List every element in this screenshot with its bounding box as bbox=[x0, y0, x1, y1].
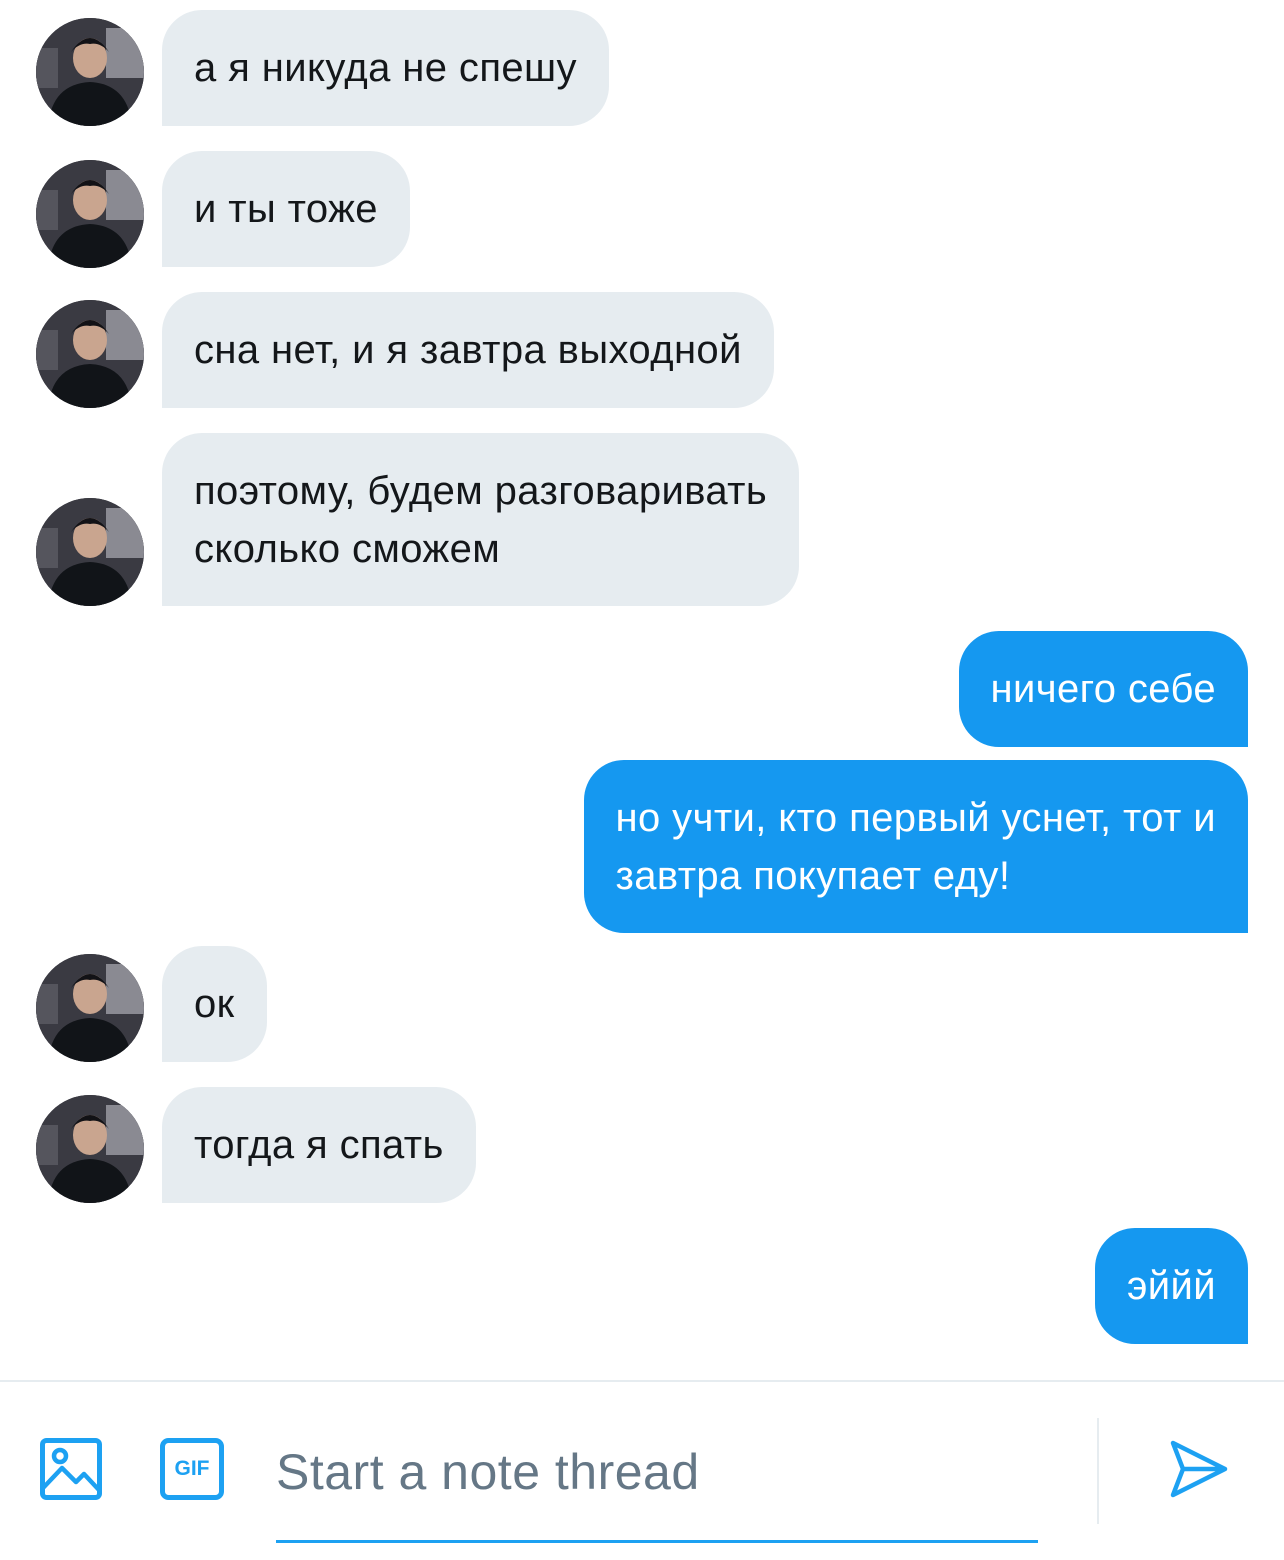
incoming-message[interactable]: поэтому, будем разговаривать сколько смо… bbox=[162, 433, 800, 606]
send-icon[interactable] bbox=[1168, 1438, 1230, 1500]
gif-icon[interactable]: GIF bbox=[160, 1438, 224, 1500]
avatar[interactable] bbox=[36, 18, 144, 126]
message-text: ничего себе bbox=[990, 667, 1216, 711]
avatar[interactable] bbox=[36, 954, 144, 1062]
outgoing-message[interactable]: но учти, кто первый уснет, тот и завтра … bbox=[583, 760, 1248, 933]
note-thread-input[interactable] bbox=[276, 1432, 1038, 1512]
message-composer: GIF bbox=[0, 1380, 1284, 1560]
outgoing-message[interactable]: ничего себе bbox=[958, 631, 1248, 747]
message-text: сна нет, и я завтра выходной bbox=[194, 328, 742, 372]
image-icon[interactable] bbox=[40, 1438, 102, 1500]
avatar[interactable] bbox=[36, 300, 144, 408]
input-underline bbox=[276, 1540, 1038, 1543]
message-text: тогда я спать bbox=[194, 1123, 444, 1167]
message-text: эййй bbox=[1126, 1264, 1216, 1308]
avatar[interactable] bbox=[36, 1095, 144, 1203]
avatar[interactable] bbox=[36, 160, 144, 268]
gif-label: GIF bbox=[174, 1457, 210, 1480]
message-text: поэтому, будем разговаривать сколько смо… bbox=[194, 468, 768, 571]
message-text: но учти, кто первый уснет, тот и завтра … bbox=[615, 795, 1216, 898]
incoming-message[interactable]: ок bbox=[162, 946, 267, 1062]
message-text: и ты тоже bbox=[194, 187, 378, 231]
divider bbox=[1097, 1418, 1099, 1524]
message-text: а я никуда не спешу bbox=[194, 46, 577, 90]
message-text: ок bbox=[194, 982, 235, 1026]
incoming-message[interactable]: а я никуда не спешу bbox=[162, 10, 609, 126]
incoming-message[interactable]: сна нет, и я завтра выходной bbox=[162, 292, 774, 408]
incoming-message[interactable]: и ты тоже bbox=[162, 151, 410, 267]
incoming-message[interactable]: тогда я спать bbox=[162, 1087, 476, 1203]
avatar[interactable] bbox=[36, 498, 144, 606]
message-thread: а я никуда не спешу и ты тоже сна нет, и… bbox=[0, 0, 1284, 1380]
outgoing-message[interactable]: эййй bbox=[1094, 1228, 1248, 1344]
